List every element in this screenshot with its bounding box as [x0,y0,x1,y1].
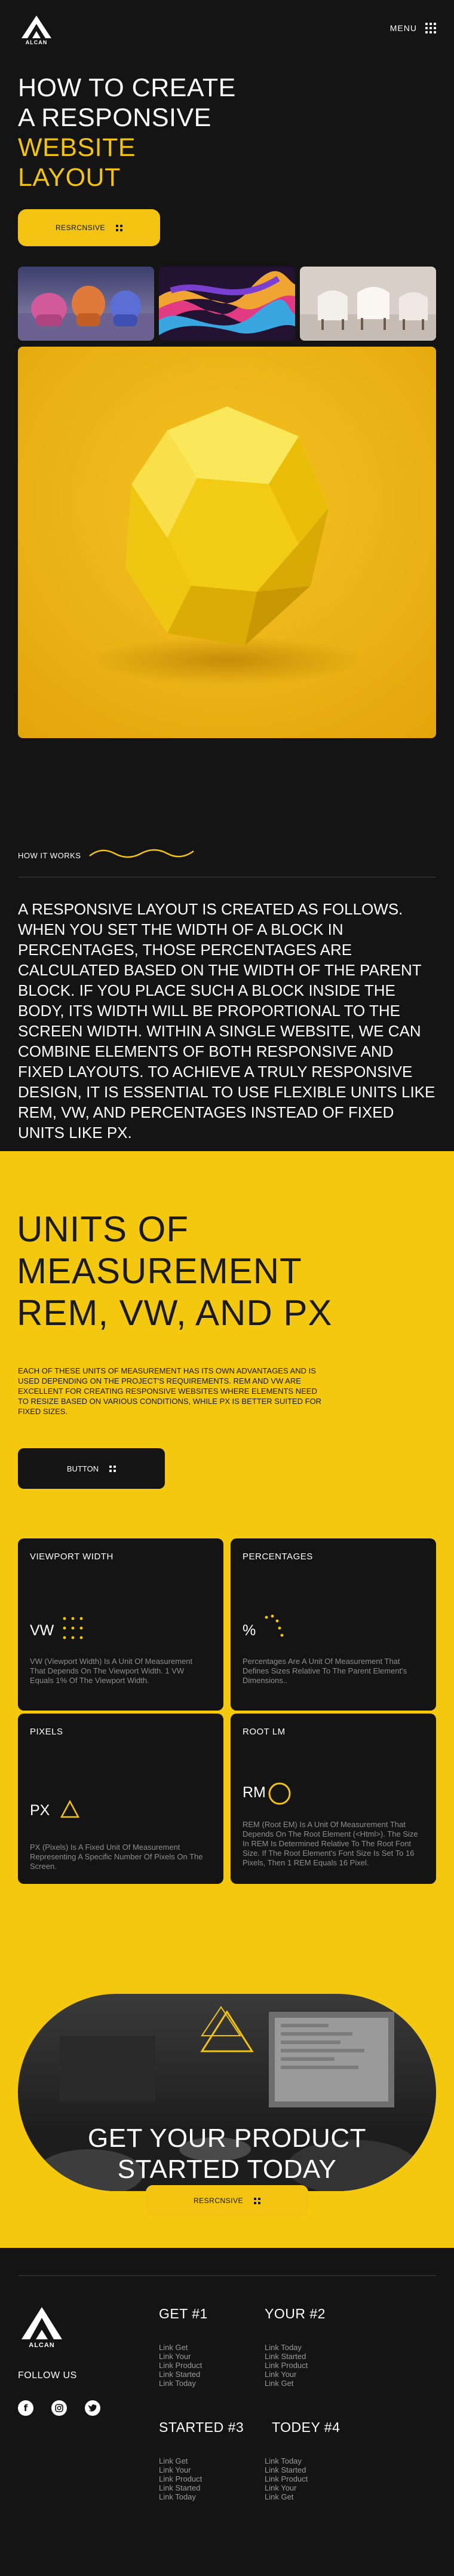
footer-link[interactable]: Link Your [159,2465,202,2474]
cta-button-label: RESRCNSIVE [193,2196,244,2205]
footer-link[interactable]: Link Get [265,2379,308,2388]
logo-mark-icon [22,16,51,38]
hero-title-highlight: LAYOUT [18,163,121,192]
facebook-icon[interactable]: f [18,2400,33,2416]
circle-icon [268,1782,291,1805]
abstract-waves-image [159,267,295,341]
card-description: Percentages Are A Unit Of Measurement Th… [243,1657,407,1685]
units-title-line: MEASUREMENT [17,1251,302,1291]
footer-link[interactable]: Link Get [159,2456,202,2465]
chairs-thumbnail [18,267,154,341]
footer-link[interactable]: Link Started [159,2370,202,2379]
footer-link[interactable]: Link Your [159,2352,202,2361]
cta-title-line: STARTED TODAY [117,2155,337,2184]
footer-link[interactable]: Link Today [265,2343,308,2352]
page: ALCAN MENU HOW TO CREATE A RESPONSIVE WE… [0,0,454,2576]
footer-link[interactable]: Link Started [159,2483,202,2492]
menu-label: MENU [389,23,417,33]
units-button-label: BUTTON [66,1464,99,1473]
units-description: EACH OF THESE UNITS OF MEASUREMENT HAS I… [18,1366,322,1416]
card-unit-label: RM [243,1784,266,1801]
triangle-icon [60,1800,80,1818]
card-title: VIEWPORT WIDTH [30,1552,114,1562]
card-title: ROOT LM [243,1727,286,1737]
dot-arc-icon [265,1614,284,1637]
footer-link[interactable]: Link Today [159,2492,202,2501]
menu-button[interactable]: MENU [390,23,436,33]
unit-card-percentages: PERCENTAGES % Percentages Are A Unit Of … [231,1538,436,1711]
footer-column-title: STARTED #3 [159,2419,244,2435]
hero-title-line: A RESPONSIVE [18,103,211,132]
footer-link[interactable]: Link Product [159,2361,202,2370]
logo[interactable]: ALCAN [18,14,55,45]
hero-image [18,347,436,738]
footer-logo[interactable]: ALCAN [18,2306,66,2351]
wave-icon [89,849,194,858]
footer-column-title: YOUR #2 [265,2306,326,2321]
unit-card-root-em: ROOT LM RM REM (Root EM) Is A Unit Of Me… [231,1714,436,1884]
responsive-button-label: RESRCNSIVE [55,224,106,232]
footer-links: Link Today Link Started Link Product Lin… [265,2456,308,2501]
how-it-works-text: A RESPONSIVE LAYOUT IS CREATED AS FOLLOW… [18,900,435,1142]
card-description: VW (Viewport Width) Is A Unit Of Measure… [30,1657,193,1685]
unit-card-pixels: PIXELS PX PX (Pixels) Is A Fixed Unit Of… [18,1714,223,1884]
twitter-icon[interactable] [85,2400,100,2416]
units-title-line: UNITS OF [17,1209,189,1249]
footer-link[interactable]: Link Get [265,2492,308,2501]
footer-column-title: GET #1 [159,2306,208,2321]
follow-us-label: FOLLOW US [18,2370,77,2381]
footer-column-title: TODEY #4 [272,2419,340,2435]
logo-mark-icon [22,2307,62,2339]
unit-card-vw: VIEWPORT WIDTH VW VW (Viewport Width) Is… [18,1538,223,1711]
footer-link[interactable]: Link Started [265,2352,308,2361]
instagram-icon[interactable] [51,2400,67,2416]
dots-icon [254,2197,261,2204]
card-description: REM (Root EM) Is A Unit Of Measurement T… [243,1820,418,1867]
abstract-thumbnail [159,267,295,341]
footer-link[interactable]: Link Today [159,2379,202,2388]
how-it-works-label: HOW IT WORKS [18,851,81,860]
cta-title-line: GET YOUR PRODUCT [88,2124,366,2153]
white-chairs-thumbnail [300,267,436,341]
footer-links: Link Get Link Your Link Product Link Sta… [159,2343,202,2388]
card-title: PIXELS [30,1727,63,1737]
hero-title-highlight: WEBSITE [18,133,136,162]
footer-links: Link Get Link Your Link Product Link Sta… [159,2456,202,2501]
dot-grid-icon [63,1617,83,1639]
units-title: UNITS OF MEASUREMENT REM, VW, AND PX [17,1209,332,1334]
logo-text: ALCAN [25,39,48,45]
footer-links: Link Today Link Started Link Product Lin… [265,2343,308,2388]
dots-icon [109,1465,116,1472]
card-title: PERCENTAGES [243,1552,313,1562]
card-unit-label: VW [30,1622,54,1639]
hero-title-line: HOW TO CREATE [18,74,236,102]
grid-dots-icon [425,23,436,33]
chairs-image [18,267,154,341]
white-chairs-image [300,267,436,341]
footer-link[interactable]: Link Your [265,2370,308,2379]
dots-icon [116,224,123,231]
footer-link[interactable]: Link Your [265,2483,308,2492]
card-unit-label: % [243,1622,256,1639]
responsive-button[interactable]: RESRCNSIVE [18,209,160,246]
yellow-polyhedron-image [18,347,436,738]
footer-logo-text: ALCAN [29,2342,55,2349]
hero-title: HOW TO CREATE A RESPONSIVE WEBSITE LAYOU… [18,73,236,192]
header: ALCAN MENU [0,0,454,57]
footer-divider [18,2275,436,2276]
cta-title: GET YOUR PRODUCT STARTED TODAY [0,2123,454,2185]
footer-link[interactable]: Link Product [159,2474,202,2483]
footer-link[interactable]: Link Product [265,2361,308,2370]
card-unit-label: PX [30,1802,50,1819]
units-button[interactable]: BUTTON [18,1448,165,1489]
footer-link[interactable]: Link Get [159,2343,202,2352]
footer-link[interactable]: Link Started [265,2465,308,2474]
units-title-line: REM, VW, AND PX [17,1293,333,1333]
cta-button[interactable]: RESRCNSIVE [146,2185,308,2216]
footer-link[interactable]: Link Today [265,2456,308,2465]
footer-link[interactable]: Link Product [265,2474,308,2483]
card-description: PX (Pixels) Is A Fixed Unit Of Measureme… [30,1843,203,1871]
